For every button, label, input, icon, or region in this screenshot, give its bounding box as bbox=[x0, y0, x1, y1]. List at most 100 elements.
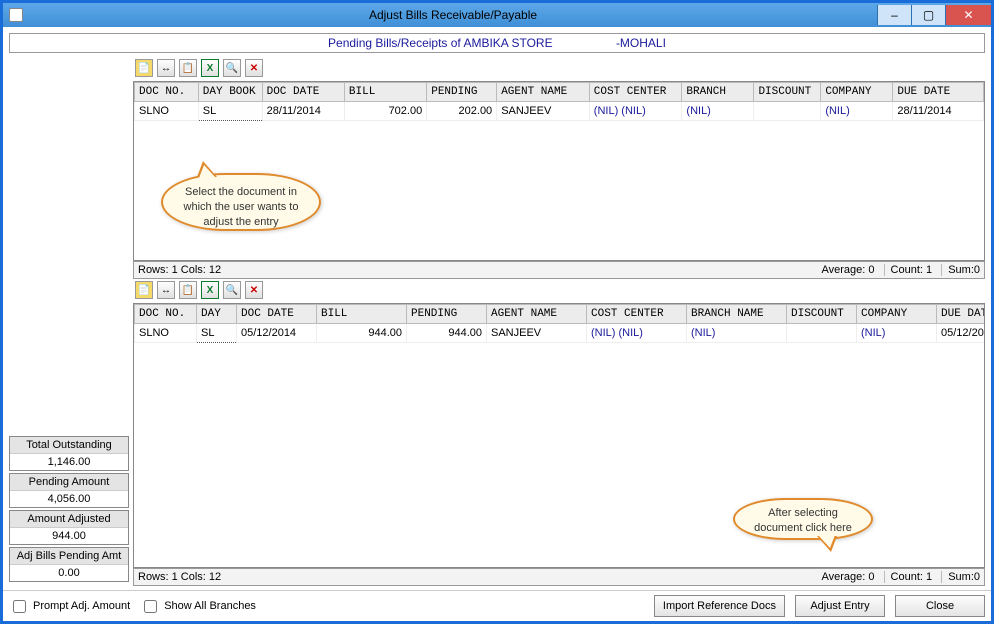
col-doc-no[interactable]: DOC NO. bbox=[135, 83, 199, 102]
col-doc-date[interactable]: DOC DATE bbox=[262, 83, 344, 102]
col-day-book[interactable]: DAY BOOK bbox=[198, 83, 262, 102]
cell-agent-name[interactable]: SANJEEV bbox=[497, 102, 590, 121]
find-icon[interactable]: 🔍 bbox=[223, 59, 241, 77]
upper-status-sum: Sum:0 bbox=[941, 264, 980, 276]
col-company[interactable]: COMPANY bbox=[857, 305, 937, 324]
cell-branch[interactable]: (NIL) bbox=[682, 102, 754, 121]
col-doc-no[interactable]: DOC NO. bbox=[135, 305, 197, 324]
prompt-adj-amount-checkbox[interactable]: Prompt Adj. Amount bbox=[9, 597, 130, 616]
titlebar: Adjust Bills Receivable/Payable – ▢ ✕ bbox=[3, 3, 991, 27]
cell-doc-no[interactable]: SLNO bbox=[135, 324, 197, 343]
table-row[interactable]: SLNO SL 28/11/2014 702.00 202.00 SANJEEV… bbox=[135, 102, 984, 121]
copy-icon[interactable]: 📋 bbox=[179, 59, 197, 77]
lower-status-sum: Sum:0 bbox=[941, 571, 980, 583]
content-area: Pending Bills/Receipts of AMBIKA STORE -… bbox=[3, 27, 991, 590]
cell-pending[interactable]: 944.00 bbox=[407, 324, 487, 343]
col-bill[interactable]: BILL bbox=[344, 83, 426, 102]
col-due-date[interactable]: DUE DATE bbox=[937, 305, 986, 324]
stat-value: 1,146.00 bbox=[10, 454, 128, 470]
window-title: Adjust Bills Receivable/Payable bbox=[29, 8, 877, 22]
cell-due-date[interactable]: 05/12/2014 bbox=[937, 324, 986, 343]
col-bill[interactable]: BILL bbox=[317, 305, 407, 324]
cell-cost-center[interactable]: (NIL) (NIL) bbox=[589, 102, 682, 121]
upper-status-avg: Average: 0 bbox=[821, 264, 874, 276]
cell-doc-date[interactable]: 28/11/2014 bbox=[262, 102, 344, 121]
delete-icon[interactable]: ✕ bbox=[245, 281, 263, 299]
fit-columns-icon[interactable]: ↔ bbox=[157, 281, 175, 299]
cell-day-book[interactable]: SL bbox=[198, 102, 262, 121]
cell-day[interactable]: SL bbox=[197, 324, 237, 343]
cell-discount[interactable] bbox=[754, 102, 821, 121]
show-all-branches-input[interactable] bbox=[144, 600, 157, 613]
lower-status-left: Rows: 1 Cols: 12 bbox=[138, 571, 221, 583]
col-cost-center[interactable]: COST CENTER bbox=[589, 83, 682, 102]
prompt-adj-amount-input[interactable] bbox=[13, 600, 26, 613]
stat-total-outstanding: Total Outstanding 1,146.00 bbox=[9, 436, 129, 471]
cell-company[interactable]: (NIL) bbox=[857, 324, 937, 343]
banner-location: -MOHALI bbox=[616, 36, 666, 50]
lower-status-avg: Average: 0 bbox=[821, 571, 874, 583]
show-all-branches-checkbox[interactable]: Show All Branches bbox=[140, 597, 256, 616]
stat-value: 944.00 bbox=[10, 528, 128, 544]
col-doc-date[interactable]: DOC DATE bbox=[237, 305, 317, 324]
cell-doc-date[interactable]: 05/12/2014 bbox=[237, 324, 317, 343]
stat-pending-amount: Pending Amount 4,056.00 bbox=[9, 473, 129, 508]
col-due-date[interactable]: DUE DATE bbox=[893, 83, 984, 102]
excel-export-icon[interactable]: X bbox=[201, 59, 219, 77]
col-agent-name[interactable]: AGENT NAME bbox=[497, 83, 590, 102]
notepad-icon[interactable]: 📄 bbox=[135, 59, 153, 77]
col-day[interactable]: DAY bbox=[197, 305, 237, 324]
upper-grid-header-row: DOC NO. DAY BOOK DOC DATE BILL PENDING A… bbox=[135, 83, 984, 102]
upper-grid-statusbar: Rows: 1 Cols: 12 Average: 0 Count: 1 Sum… bbox=[133, 261, 985, 279]
upper-grid-table[interactable]: DOC NO. DAY BOOK DOC DATE BILL PENDING A… bbox=[134, 82, 984, 121]
app-window: Adjust Bills Receivable/Payable – ▢ ✕ Pe… bbox=[0, 0, 994, 624]
col-pending[interactable]: PENDING bbox=[427, 83, 497, 102]
pending-bills-banner: Pending Bills/Receipts of AMBIKA STORE -… bbox=[9, 33, 985, 53]
minimize-button[interactable]: – bbox=[877, 5, 911, 25]
cell-agent-name[interactable]: SANJEEV bbox=[487, 324, 587, 343]
stat-label: Pending Amount bbox=[10, 474, 128, 491]
close-button[interactable]: Close bbox=[895, 595, 985, 617]
col-pending[interactable]: PENDING bbox=[407, 305, 487, 324]
cell-discount[interactable] bbox=[787, 324, 857, 343]
col-branch[interactable]: BRANCH bbox=[682, 83, 754, 102]
cell-cost-center[interactable]: (NIL) (NIL) bbox=[587, 324, 687, 343]
find-icon[interactable]: 🔍 bbox=[223, 281, 241, 299]
table-row[interactable]: SLNO SL 05/12/2014 944.00 944.00 SANJEEV… bbox=[135, 324, 986, 343]
cell-doc-no[interactable]: SLNO bbox=[135, 102, 199, 121]
maximize-button[interactable]: ▢ bbox=[911, 5, 945, 25]
col-company[interactable]: COMPANY bbox=[821, 83, 893, 102]
lower-status-count: Count: 1 bbox=[884, 571, 933, 583]
col-discount[interactable]: DISCOUNT bbox=[787, 305, 857, 324]
cell-due-date[interactable]: 28/11/2014 bbox=[893, 102, 984, 121]
close-window-button[interactable]: ✕ bbox=[945, 5, 991, 25]
col-discount[interactable]: DISCOUNT bbox=[754, 83, 821, 102]
cell-company[interactable]: (NIL) bbox=[821, 102, 893, 121]
excel-export-icon[interactable]: X bbox=[201, 281, 219, 299]
copy-icon[interactable]: 📋 bbox=[179, 281, 197, 299]
delete-icon[interactable]: ✕ bbox=[245, 59, 263, 77]
col-branch-name[interactable]: BRANCH NAME bbox=[687, 305, 787, 324]
import-reference-docs-button[interactable]: Import Reference Docs bbox=[654, 595, 785, 617]
notepad-icon[interactable]: 📄 bbox=[135, 281, 153, 299]
cell-pending[interactable]: 202.00 bbox=[427, 102, 497, 121]
col-cost-center[interactable]: COST CENTER bbox=[587, 305, 687, 324]
adjust-entry-button[interactable]: Adjust Entry bbox=[795, 595, 885, 617]
upper-grid: DOC NO. DAY BOOK DOC DATE BILL PENDING A… bbox=[133, 81, 985, 261]
show-all-branches-label: Show All Branches bbox=[164, 600, 256, 612]
upper-status-left: Rows: 1 Cols: 12 bbox=[138, 264, 221, 276]
cell-bill[interactable]: 702.00 bbox=[344, 102, 426, 121]
callout-click-adjust-entry: After selecting document click here bbox=[733, 498, 873, 540]
cell-bill[interactable]: 944.00 bbox=[317, 324, 407, 343]
col-agent-name[interactable]: AGENT NAME bbox=[487, 305, 587, 324]
banner-prefix: Pending Bills/Receipts of bbox=[328, 36, 463, 50]
cell-branch-name[interactable]: (NIL) bbox=[687, 324, 787, 343]
summary-sidebar: Total Outstanding 1,146.00 Pending Amoun… bbox=[9, 57, 129, 586]
stat-label: Amount Adjusted bbox=[10, 511, 128, 528]
upper-status-count: Count: 1 bbox=[884, 264, 933, 276]
stat-value: 0.00 bbox=[10, 565, 128, 581]
stat-label: Total Outstanding bbox=[10, 437, 128, 454]
fit-columns-icon[interactable]: ↔ bbox=[157, 59, 175, 77]
lower-grid-table[interactable]: DOC NO. DAY DOC DATE BILL PENDING AGENT … bbox=[134, 304, 985, 343]
lower-toolbar: 📄 ↔ 📋 X 🔍 ✕ bbox=[133, 279, 985, 303]
